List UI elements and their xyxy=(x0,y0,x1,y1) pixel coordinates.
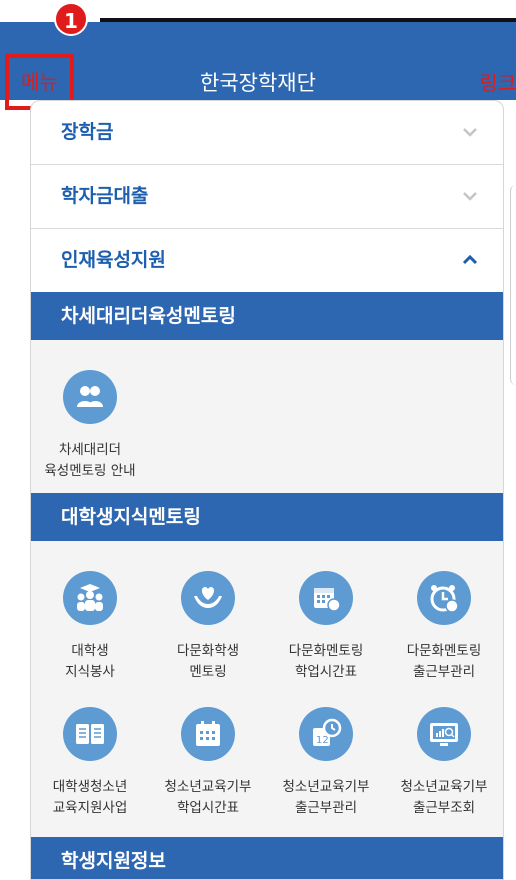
menu-item-multicultural-timetable[interactable]: 다문화멘토링학업시간표 xyxy=(267,571,385,683)
alarm-clock-icon xyxy=(417,571,471,625)
annotation-badge: 1 xyxy=(54,2,88,36)
menu-item-youth-timetable[interactable]: 청소년교육기부학업시간표 xyxy=(149,707,267,819)
menu-item-next-leader[interactable]: 차세대리더육성멘토링 안내 xyxy=(31,370,149,482)
accordion-label: 장학금 xyxy=(61,121,114,143)
page-title: 한국장학재단 xyxy=(200,71,316,95)
item-label-line2: 출근부관리 xyxy=(294,800,358,816)
section-header-knowledge: 대학생지식멘토링 xyxy=(31,493,503,541)
heart-hands-icon xyxy=(181,571,235,625)
item-label-line1: 다문화학생 xyxy=(176,643,240,659)
accordion-scholarship[interactable]: 장학금 xyxy=(31,101,503,165)
item-label-line1: 청소년교육기부 xyxy=(164,779,252,795)
item-label-line1: 청소년교육기부 xyxy=(282,779,370,795)
section-title: 대학생지식멘토링 xyxy=(61,506,201,528)
section-title: 차세대리더육성멘토링 xyxy=(61,305,236,327)
section-title: 학생지원정보 xyxy=(61,850,166,872)
book-icon xyxy=(63,707,117,761)
item-label-line2: 출근부조회 xyxy=(412,800,476,816)
item-label-line1: 청소년교육기부 xyxy=(400,779,488,795)
menu-item-multicultural-attendance[interactable]: 다문화멘토링출근부관리 xyxy=(385,571,503,683)
accordion-talent-support[interactable]: 인재육성지원 xyxy=(31,229,503,293)
item-label-line2: 육성멘토링 안내 xyxy=(44,463,136,479)
monitor-search-icon xyxy=(417,707,471,761)
menu-item-youth-attendance-view[interactable]: 청소년교육기부출근부조회 xyxy=(385,707,503,819)
item-label-line1: 대학생 xyxy=(71,643,109,659)
calendar-icon xyxy=(181,707,235,761)
svg-text:12: 12 xyxy=(316,735,329,746)
accordion-label: 인재육성지원 xyxy=(61,249,166,271)
background-panel-edge xyxy=(510,185,516,385)
item-label-line2: 학업시간표 xyxy=(176,800,240,816)
item-label-line2: 지식봉사 xyxy=(65,664,115,680)
menu-item-university-volunteer[interactable]: 대학생지식봉사 xyxy=(31,571,149,683)
graduates-icon xyxy=(63,571,117,625)
item-label-line1: 대학생청소년 xyxy=(52,779,128,795)
link-button[interactable]: 링크 xyxy=(479,70,516,96)
chevron-up-icon xyxy=(462,254,478,265)
chevron-down-icon xyxy=(463,192,477,201)
menu-panel: 장학금 학자금대출 인재육성지원 차세대리더육성멘토링 차세대리더육성멘토링 안… xyxy=(30,100,504,880)
item-label-line2: 교육지원사업 xyxy=(52,800,128,816)
item-label-line2: 학업시간표 xyxy=(294,664,358,680)
section-header-student-info: 학생지원정보 xyxy=(31,837,503,879)
calendar-clock-icon: 12 xyxy=(299,707,353,761)
accordion-label: 학자금대출 xyxy=(61,185,149,207)
item-label-line2: 출근부관리 xyxy=(412,664,476,680)
item-label-line2: 멘토링 xyxy=(189,664,227,680)
people-icon xyxy=(63,370,117,424)
item-label-line1: 차세대리더 xyxy=(58,442,122,458)
menu-item-youth-education-support[interactable]: 대학생청소년교육지원사업 xyxy=(31,707,149,819)
accordion-student-loan[interactable]: 학자금대출 xyxy=(31,165,503,229)
chevron-down-icon xyxy=(463,128,477,137)
calendar-globe-icon xyxy=(299,571,353,625)
section-header-mentoring: 차세대리더육성멘토링 xyxy=(31,292,503,340)
item-label-line1: 다문화멘토링 xyxy=(288,643,364,659)
menu-item-youth-attendance-manage[interactable]: 12 청소년교육기부출근부관리 xyxy=(267,707,385,819)
menu-item-multicultural-mentoring[interactable]: 다문화학생멘토링 xyxy=(149,571,267,683)
item-label-line1: 다문화멘토링 xyxy=(406,643,482,659)
knowledge-grid: 대학생지식봉사 다문화학생멘토링 다문화멘토링학업시간표 다문화멘토링출근부관리 xyxy=(31,541,503,849)
mentoring-grid: 차세대리더육성멘토링 안내 xyxy=(31,340,503,493)
